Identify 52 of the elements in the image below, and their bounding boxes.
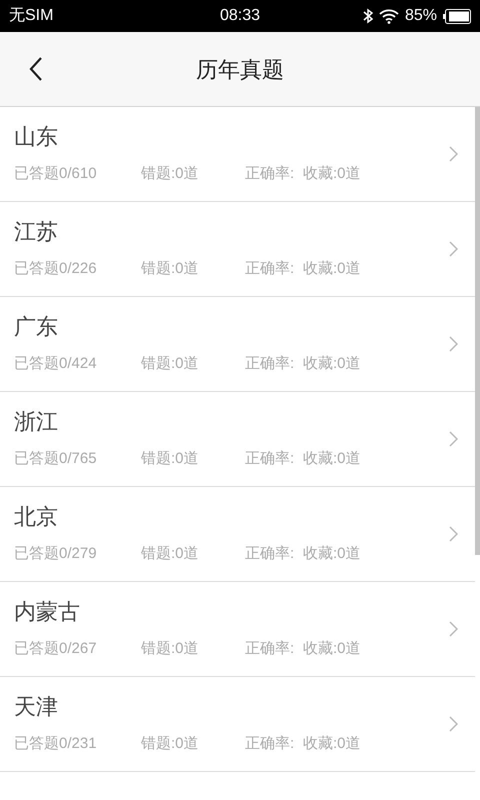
chevron-right-icon [449,241,458,257]
favorites-count: 收藏:0道 [303,545,361,563]
wrong-count: 错题:0道 [141,545,200,563]
answered-count: 已答题0/231 [14,735,98,753]
wrong-count: 错题:0道 [141,640,200,658]
answered-count: 已答题0/226 [14,260,98,278]
chevron-right-icon [449,431,458,447]
chevron-right-icon [449,716,458,732]
favorites-count: 收藏:0道 [303,640,361,658]
favorites-count: 收藏:0道 [303,165,361,183]
chevron-right-icon [449,146,458,162]
accuracy-label: 正确率: [245,735,296,753]
battery-icon [443,8,471,24]
favorites-count: 收藏:0道 [303,260,361,278]
region-name: 北京 [14,503,59,531]
battery-percent: 85% [404,6,437,26]
region-name: 山东 [14,123,59,151]
wrong-count: 错题:0道 [141,165,200,183]
wrong-count: 错题:0道 [141,260,200,278]
accuracy-label: 正确率: [245,165,296,183]
region-name: 广东 [14,313,59,341]
accuracy-label: 正确率: [245,450,296,468]
favorites-count: 收藏:0道 [303,735,361,753]
answered-count: 已答题0/610 [14,165,98,183]
chevron-right-icon [449,621,458,637]
region-row[interactable]: 天津 已答题0/231 错题:0道 正确率: 收藏:0道 [0,677,475,772]
chevron-right-icon [449,336,458,352]
back-icon [29,57,43,81]
wrong-count: 错题:0道 [141,355,200,373]
bluetooth-icon [362,8,373,24]
region-name: 内蒙古 [14,598,81,626]
wifi-icon [378,8,399,24]
wrong-count: 错题:0道 [141,735,200,753]
clock-text: 08:33 [220,6,260,26]
chevron-right-icon [449,526,458,542]
region-name: 天津 [14,693,59,721]
wrong-count: 错题:0道 [141,450,200,468]
accuracy-label: 正确率: [245,640,296,658]
answered-count: 已答题0/267 [14,640,98,658]
favorites-count: 收藏:0道 [303,355,361,373]
favorites-count: 收藏:0道 [303,450,361,468]
carrier-text: 无SIM [9,6,54,26]
accuracy-label: 正确率: [245,355,296,373]
accuracy-label: 正确率: [245,260,296,278]
answered-count: 已答题0/279 [14,545,98,563]
region-row[interactable]: 内蒙古 已答题0/267 错题:0道 正确率: 收藏:0道 [0,582,475,677]
accuracy-label: 正确率: [245,545,296,563]
answered-count: 已答题0/765 [14,450,98,468]
region-name: 江苏 [14,218,59,246]
page-title: 历年真题 [196,56,284,84]
region-name: 浙江 [14,408,59,436]
answered-count: 已答题0/424 [14,355,98,373]
